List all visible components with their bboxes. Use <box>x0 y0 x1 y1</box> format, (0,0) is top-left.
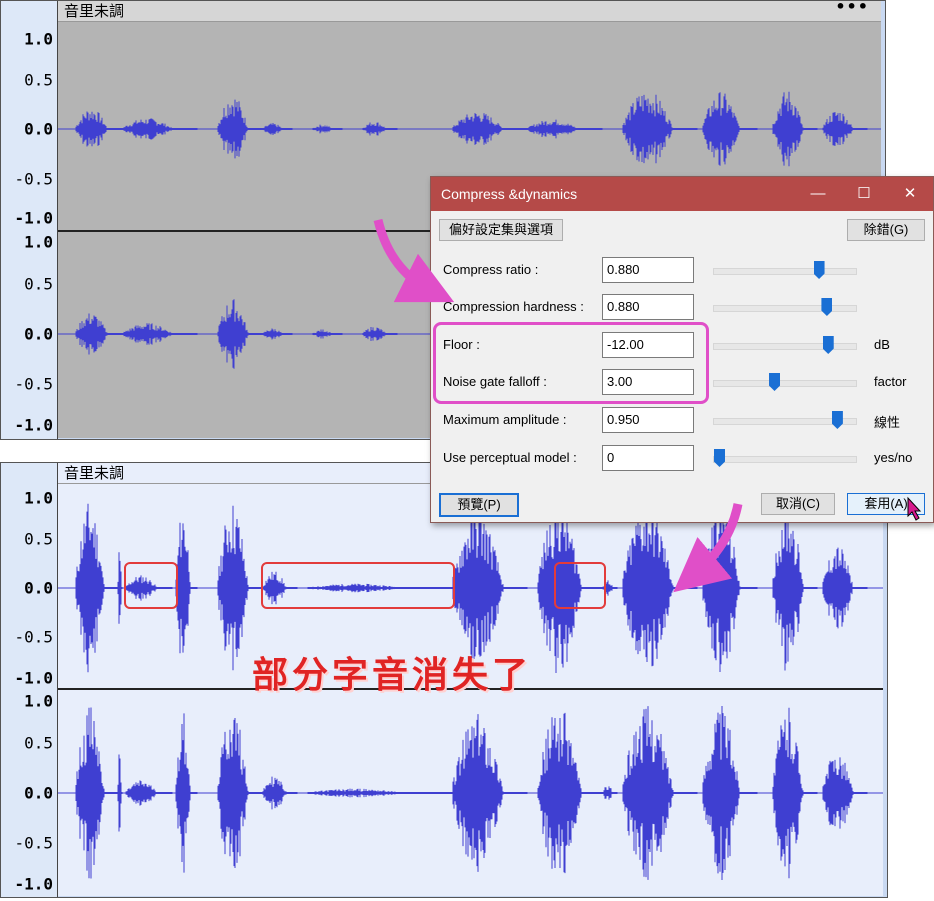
close-icon[interactable]: ✕ <box>887 177 933 211</box>
annotation-caption: 部分字音消失了 <box>252 654 533 696</box>
presets-button[interactable]: 偏好設定集與選項 <box>439 219 563 241</box>
ruler-tick: 0.0 <box>24 578 53 598</box>
track-name: 音里未調 <box>64 2 125 20</box>
param-unit: 線性 <box>874 415 901 430</box>
slider-thumb[interactable] <box>769 373 781 391</box>
ruler-tick: -1.0 <box>14 874 53 894</box>
ruler-tick: -0.5 <box>14 833 53 853</box>
slider-thumb[interactable] <box>831 411 843 429</box>
ruler-tick: 1.0 <box>24 29 53 49</box>
annotation-box <box>261 562 455 609</box>
param-unit: factor <box>874 374 907 389</box>
ruler-tick: 0.0 <box>24 783 53 803</box>
noise-gate-falloff-slider[interactable] <box>713 373 857 391</box>
cancel-button[interactable]: 取消(C) <box>761 493 835 515</box>
compress-ratio-input[interactable]: 0.880 <box>602 257 694 283</box>
slider-thumb[interactable] <box>822 336 834 354</box>
annotation-box <box>554 562 606 609</box>
dialog-titlebar[interactable]: Compress &dynamics — ☐ ✕ <box>431 177 933 211</box>
ruler-tick: 0.5 <box>24 70 53 90</box>
compression-hardness-input[interactable]: 0.880 <box>602 294 694 320</box>
param-unit: dB <box>874 337 890 352</box>
ruler-tick: 0.5 <box>24 274 53 294</box>
apply-button[interactable]: 套用(A) <box>847 493 925 515</box>
perceptual-model-slider[interactable] <box>713 449 857 467</box>
dialog-title: Compress &dynamics <box>441 186 578 202</box>
debug-button[interactable]: 除錯(G) <box>847 219 925 241</box>
slider-thumb[interactable] <box>813 261 825 279</box>
ruler-tick: -0.5 <box>14 374 53 394</box>
slider-thumb[interactable] <box>821 298 833 316</box>
ruler-tick: 0.5 <box>24 529 53 549</box>
perceptual-model-input[interactable]: 0 <box>602 445 694 471</box>
param-unit: yes/no <box>874 450 913 465</box>
param-label: Use perceptual model : <box>443 450 577 465</box>
highlight-box <box>433 322 709 404</box>
maximum-amplitude-slider[interactable] <box>713 411 857 429</box>
ruler-tick: 1.0 <box>24 232 53 252</box>
annotation-box <box>124 562 178 609</box>
bottom-amplitude-ruler: 1.0 0.5 0.0 -0.5 -1.0 1.0 0.5 0.0 -0.5 -… <box>1 463 58 897</box>
minimize-icon[interactable]: — <box>795 177 841 211</box>
floor-slider[interactable] <box>713 336 857 354</box>
compression-hardness-slider[interactable] <box>713 298 857 316</box>
param-label: Compression hardness : <box>443 299 584 314</box>
compress-dynamics-dialog: Compress &dynamics — ☐ ✕ 偏好設定集與選項 除錯(G) … <box>430 176 934 523</box>
ruler-tick: -1.0 <box>14 668 53 688</box>
track-name: 音里未調 <box>64 464 125 482</box>
track-menu-button[interactable]: ••• <box>835 0 869 17</box>
compress-ratio-slider[interactable] <box>713 261 857 279</box>
ruler-tick: 1.0 <box>24 488 53 508</box>
preview-button[interactable]: 預覽(P) <box>439 493 519 517</box>
ruler-tick: -0.5 <box>14 627 53 647</box>
top-track-titlebar[interactable]: 音里未調 ••• <box>58 0 881 22</box>
param-label: Maximum amplitude : <box>443 412 567 427</box>
ruler-tick: 0.0 <box>24 324 53 344</box>
ruler-tick: 0.5 <box>24 733 53 753</box>
param-label: Compress ratio : <box>443 262 539 277</box>
ruler-tick: -1.0 <box>14 415 53 435</box>
top-amplitude-ruler: 1.0 0.5 0.0 -0.5 -1.0 1.0 0.5 0.0 -0.5 -… <box>1 1 58 439</box>
ruler-tick: 1.0 <box>24 691 53 711</box>
ruler-tick: -0.5 <box>14 169 53 189</box>
maximize-icon[interactable]: ☐ <box>841 177 887 211</box>
slider-thumb[interactable] <box>714 449 725 467</box>
maximum-amplitude-input[interactable]: 0.950 <box>602 407 694 433</box>
ruler-tick: 0.0 <box>24 119 53 139</box>
ruler-tick: -1.0 <box>14 208 53 228</box>
